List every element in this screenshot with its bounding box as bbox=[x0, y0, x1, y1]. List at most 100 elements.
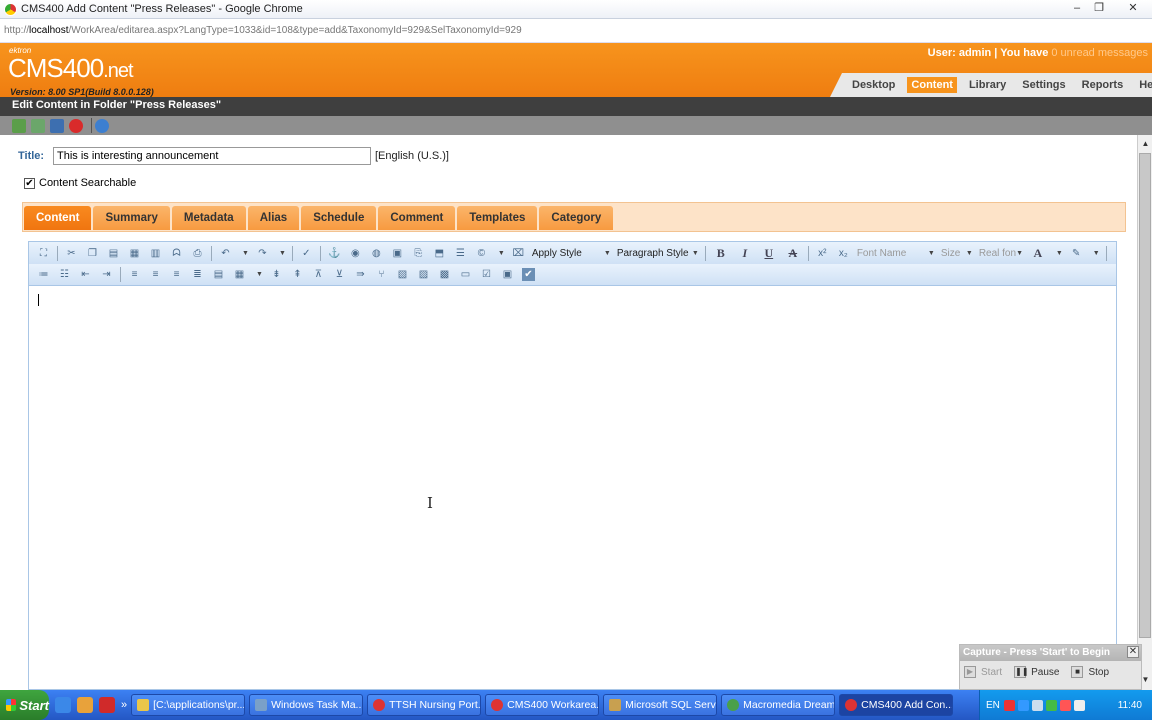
taskbar-item-sqlserver[interactable]: Microsoft SQL Serv... bbox=[603, 694, 718, 716]
special-char-icon[interactable]: © bbox=[475, 247, 488, 260]
insert-media-icon[interactable]: ⬒ bbox=[433, 247, 446, 260]
form-select-icon[interactable]: ▣ bbox=[501, 268, 514, 281]
paste-icon[interactable]: ▤ bbox=[107, 247, 120, 260]
filezilla-quicklaunch-icon[interactable] bbox=[99, 697, 115, 713]
tab-schedule[interactable]: Schedule bbox=[301, 206, 377, 230]
capture-close-button[interactable]: ✕ bbox=[1127, 646, 1139, 658]
numbered-list-icon[interactable]: ≔ bbox=[37, 268, 50, 281]
form-field-icon[interactable]: ▩ bbox=[438, 268, 451, 281]
align-right-icon[interactable]: ≡ bbox=[170, 268, 183, 281]
vertical-scrollbar[interactable]: ▲ ▼ bbox=[1137, 135, 1152, 690]
checkin-icon[interactable] bbox=[31, 118, 45, 133]
fullscreen-icon[interactable]: ⛶ bbox=[37, 247, 50, 260]
tab-comment[interactable]: Comment bbox=[378, 206, 456, 230]
align-center-icon[interactable]: ≡ bbox=[149, 268, 162, 281]
content-searchable-checkbox[interactable]: ✔ bbox=[24, 177, 35, 189]
cell-properties-icon[interactable]: ▧ bbox=[396, 268, 409, 281]
cancel-icon[interactable] bbox=[69, 118, 83, 133]
superscript-icon[interactable]: x² bbox=[816, 247, 829, 260]
format-stripper-icon[interactable]: ⌧ bbox=[512, 247, 525, 260]
ie-quicklaunch-icon[interactable] bbox=[55, 697, 71, 713]
table-properties-icon[interactable]: ▨ bbox=[417, 268, 430, 281]
language-indicator[interactable]: EN bbox=[986, 700, 1000, 711]
more-quicklaunch-icon[interactable]: » bbox=[121, 699, 127, 711]
taskbar-item-explorer[interactable]: [C:\applications\pr... bbox=[131, 694, 246, 716]
address-bar[interactable]: http://localhost/WorkArea/editarea.aspx?… bbox=[0, 19, 1152, 43]
nav-help[interactable]: Help bbox=[1135, 77, 1152, 93]
nav-content[interactable]: Content bbox=[907, 77, 957, 93]
form-checkbox-icon[interactable]: ☑ bbox=[480, 268, 493, 281]
table-icon[interactable]: ▦ bbox=[233, 268, 246, 281]
nav-settings[interactable]: Settings bbox=[1018, 77, 1069, 93]
find-replace-icon[interactable]: ᗣ bbox=[170, 247, 183, 260]
minimize-button[interactable]: ‒ bbox=[1068, 2, 1086, 16]
maximize-button[interactable]: ❐ bbox=[1090, 2, 1108, 16]
nav-reports[interactable]: Reports bbox=[1078, 77, 1128, 93]
app-quicklaunch-icon[interactable] bbox=[77, 697, 93, 713]
tray-network-icon[interactable] bbox=[1017, 699, 1029, 711]
tab-metadata[interactable]: Metadata bbox=[171, 206, 246, 230]
tray-security-icon[interactable] bbox=[1045, 699, 1057, 711]
copy-icon[interactable]: ❐ bbox=[86, 247, 99, 260]
unread-messages-link[interactable]: 0 unread messages bbox=[1051, 47, 1148, 59]
tab-alias[interactable]: Alias bbox=[247, 206, 300, 230]
tray-volume-icon[interactable] bbox=[1031, 699, 1043, 711]
capture-pause-button[interactable]: ❚❚ Pause bbox=[1014, 666, 1059, 678]
align-left-icon[interactable]: ≡ bbox=[128, 268, 141, 281]
underline-icon[interactable]: U bbox=[761, 246, 777, 260]
scroll-up-icon[interactable]: ▲ bbox=[1138, 137, 1152, 151]
taskbar-item-dreamweaver[interactable]: Macromedia Dream... bbox=[721, 694, 836, 716]
publish-icon[interactable] bbox=[12, 118, 26, 133]
insert-table-icon[interactable]: ☰ bbox=[454, 247, 467, 260]
tab-summary[interactable]: Summary bbox=[93, 206, 170, 230]
help-icon[interactable] bbox=[95, 118, 109, 133]
font-color-dropdown-icon[interactable]: ▼ bbox=[1050, 246, 1066, 261]
undo-icon[interactable]: ↶ bbox=[219, 247, 232, 260]
title-input[interactable] bbox=[53, 147, 371, 165]
hyperlink-icon[interactable]: ⚓ bbox=[328, 247, 341, 260]
outdent-icon[interactable]: ⇤ bbox=[79, 268, 92, 281]
bold-icon[interactable]: B bbox=[713, 246, 729, 260]
tab-content[interactable]: Content bbox=[24, 206, 92, 230]
nav-library[interactable]: Library bbox=[965, 77, 1010, 93]
save-icon[interactable] bbox=[50, 118, 64, 133]
highlight-dropdown-icon[interactable]: ▼ bbox=[1087, 246, 1103, 261]
bullet-list-icon[interactable]: ☷ bbox=[58, 268, 71, 281]
redo-icon[interactable]: ↷ bbox=[256, 247, 269, 260]
subscript-icon[interactable]: x₂ bbox=[837, 247, 850, 260]
taskbar-item-chrome-addcontent[interactable]: CMS400 Add Con... bbox=[839, 694, 954, 716]
tray-antivirus-icon[interactable] bbox=[1059, 699, 1071, 711]
insert-image-icon[interactable]: ▣ bbox=[391, 247, 404, 260]
undo-dropdown-icon[interactable]: ▼ bbox=[236, 246, 252, 261]
delete-column-icon[interactable]: ⊻ bbox=[333, 268, 346, 281]
spellcheck-icon[interactable]: ✓ bbox=[300, 247, 313, 260]
apply-style-select[interactable]: Apply Style ▼ bbox=[529, 246, 614, 261]
paste-text-icon[interactable]: ▥ bbox=[149, 247, 162, 260]
nav-desktop[interactable]: Desktop bbox=[848, 77, 899, 93]
justify-icon[interactable]: ≣ bbox=[191, 268, 204, 281]
strikethrough-icon[interactable]: A bbox=[785, 246, 801, 260]
remove-link-icon[interactable]: ◍ bbox=[370, 247, 383, 260]
insert-row-icon[interactable]: ⇟ bbox=[270, 268, 283, 281]
real-font-size-select[interactable]: Real fon ▼ bbox=[976, 246, 1026, 261]
taskbar-item-chrome-workarea[interactable]: CMS400 Workarea... bbox=[485, 694, 600, 716]
special-char-dropdown-icon[interactable]: ▼ bbox=[492, 246, 508, 261]
tray-misc-icon[interactable] bbox=[1073, 699, 1085, 711]
paragraph-style-select[interactable]: Paragraph Style ▼ bbox=[614, 246, 702, 261]
scroll-thumb[interactable] bbox=[1139, 153, 1151, 638]
start-button[interactable]: Start bbox=[0, 690, 49, 720]
paste-word-icon[interactable]: ▦ bbox=[128, 247, 141, 260]
cut-icon[interactable]: ✂ bbox=[65, 247, 78, 260]
table-dropdown-icon[interactable]: ▼ bbox=[250, 267, 266, 282]
split-cell-icon[interactable]: ⑂ bbox=[375, 268, 388, 281]
font-name-select[interactable]: Font Name ▼ bbox=[854, 246, 938, 261]
taskbar-item-taskmanager[interactable]: Windows Task Ma... bbox=[249, 694, 364, 716]
library-link-icon[interactable]: ◉ bbox=[349, 247, 362, 260]
tab-category[interactable]: Category bbox=[539, 206, 614, 230]
italic-icon[interactable]: I bbox=[737, 246, 753, 260]
justify-full-icon[interactable]: ▤ bbox=[212, 268, 225, 281]
taskbar-item-chrome-ttsh[interactable]: TTSH Nursing Port... bbox=[367, 694, 482, 716]
editor-content-area[interactable]: I bbox=[29, 287, 1116, 689]
insert-column-icon[interactable]: ⇞ bbox=[291, 268, 304, 281]
tab-templates[interactable]: Templates bbox=[457, 206, 538, 230]
